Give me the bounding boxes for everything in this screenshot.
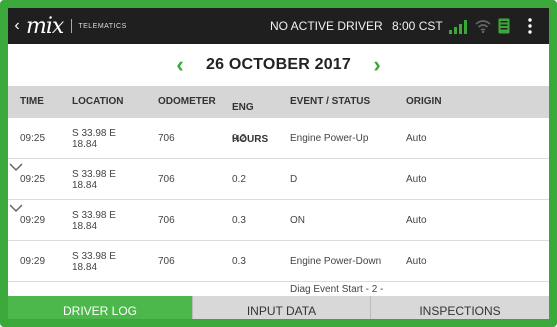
cell-event: Engine Power-Down xyxy=(290,256,382,267)
column-header-odometer: ODOMETER xyxy=(158,96,216,107)
cell-location-line1: S 33.98 E xyxy=(72,251,116,262)
log-table-body: 09:25 S 33.98 E 18.84 706 0.2 Engine Powe… xyxy=(8,118,549,296)
cell-location: S 33.98 E 18.84 xyxy=(72,169,116,191)
cell-location: S 33.98 E 18.84 xyxy=(72,210,116,232)
cell-location-line2: 18.84 xyxy=(72,180,98,191)
cell-location-line2: 18.84 xyxy=(72,262,98,273)
clock: 8:00 CST xyxy=(392,19,443,33)
cell-location-line1: S 33.98 E xyxy=(72,169,116,180)
cell-time: 09:25 xyxy=(20,133,46,144)
brand-subtitle: TELEMATICS xyxy=(78,22,127,30)
cell-location: S 33.98 E 18.84 xyxy=(72,128,116,150)
cell-event: Engine Power-Up xyxy=(290,133,369,144)
bottom-tab-bar: DRIVER LOG INPUT DATA INSPECTIONS xyxy=(8,296,549,319)
cell-origin: Auto xyxy=(406,133,427,144)
table-row[interactable]: 09:25 S 33.98 E 18.84 706 0.2 Engine Powe… xyxy=(8,118,549,159)
column-header-event: EVENT / STATUS xyxy=(290,96,371,107)
cell-location-line1: S 33.98 E xyxy=(72,128,116,139)
cell-location: S 33.98 E 18.84 xyxy=(72,251,116,273)
date-title: 26 OCTOBER 2017 xyxy=(206,56,351,73)
cell-origin: Auto xyxy=(406,174,427,185)
prev-day-button[interactable]: ‹ xyxy=(168,52,192,78)
status-bar: ‹ mix TELEMATICS NO ACTIVE DRIVER 8:00 C… xyxy=(8,8,549,44)
partial-row-event: Diag Event Start - 2 - xyxy=(290,284,384,295)
cell-time: 09:25 xyxy=(20,174,46,185)
driver-status[interactable]: NO ACTIVE DRIVER xyxy=(270,8,383,44)
logo-divider xyxy=(71,19,73,33)
tab-inspections[interactable]: INSPECTIONS xyxy=(370,296,549,319)
column-header-origin: ORIGIN xyxy=(406,96,442,107)
date-navigator: ‹ 26 OCTOBER 2017 › xyxy=(8,44,549,86)
column-header-time: TIME xyxy=(20,96,44,107)
table-row[interactable]: 09:29 S 33.98 E 18.84 706 0.3 ON Auto xyxy=(8,200,549,241)
brand-logo: mix xyxy=(26,13,64,39)
cell-odometer: 706 xyxy=(158,215,175,226)
kebab-menu-icon[interactable] xyxy=(528,17,532,35)
column-header-location: LOCATION xyxy=(72,96,124,107)
signal-icon xyxy=(449,20,467,34)
app-frame: ‹ mix TELEMATICS NO ACTIVE DRIVER 8:00 C… xyxy=(0,0,557,327)
cell-event: D xyxy=(290,174,298,185)
cell-odometer: 706 xyxy=(158,256,175,267)
table-row[interactable]: 09:29 S 33.98 E 18.84 706 0.3 Engine Powe… xyxy=(8,241,549,282)
cell-location-line2: 18.84 xyxy=(72,139,98,150)
cell-odometer: 706 xyxy=(158,174,175,185)
tab-driver-log[interactable]: DRIVER LOG xyxy=(8,296,192,319)
cell-time: 09:29 xyxy=(20,215,46,226)
cell-origin: Auto xyxy=(406,256,427,267)
cell-eng-hours: 0.3 xyxy=(232,256,246,267)
next-day-button[interactable]: › xyxy=(365,52,389,78)
cell-origin: Auto xyxy=(406,215,427,226)
cell-eng-hours: 0.2 xyxy=(232,133,246,144)
table-header: TIME LOCATION ODOMETER ENG HOURS EVENT /… xyxy=(8,86,549,145)
cell-location-line1: S 33.98 E xyxy=(72,210,116,221)
cell-odometer: 706 xyxy=(158,133,175,144)
cell-event: ON xyxy=(290,215,305,226)
back-arrow-icon[interactable]: ‹ xyxy=(10,17,24,35)
cell-location-line2: 18.84 xyxy=(72,221,98,232)
tab-input-data[interactable]: INPUT DATA xyxy=(192,296,370,319)
cell-eng-hours: 0.3 xyxy=(232,215,246,226)
wifi-icon xyxy=(475,20,491,34)
table-row[interactable]: 09:25 S 33.98 E 18.84 706 0.2 D Auto xyxy=(8,159,549,200)
document-icon[interactable] xyxy=(498,18,510,34)
cell-time: 09:29 xyxy=(20,256,46,267)
cell-eng-hours: 0.2 xyxy=(232,174,246,185)
